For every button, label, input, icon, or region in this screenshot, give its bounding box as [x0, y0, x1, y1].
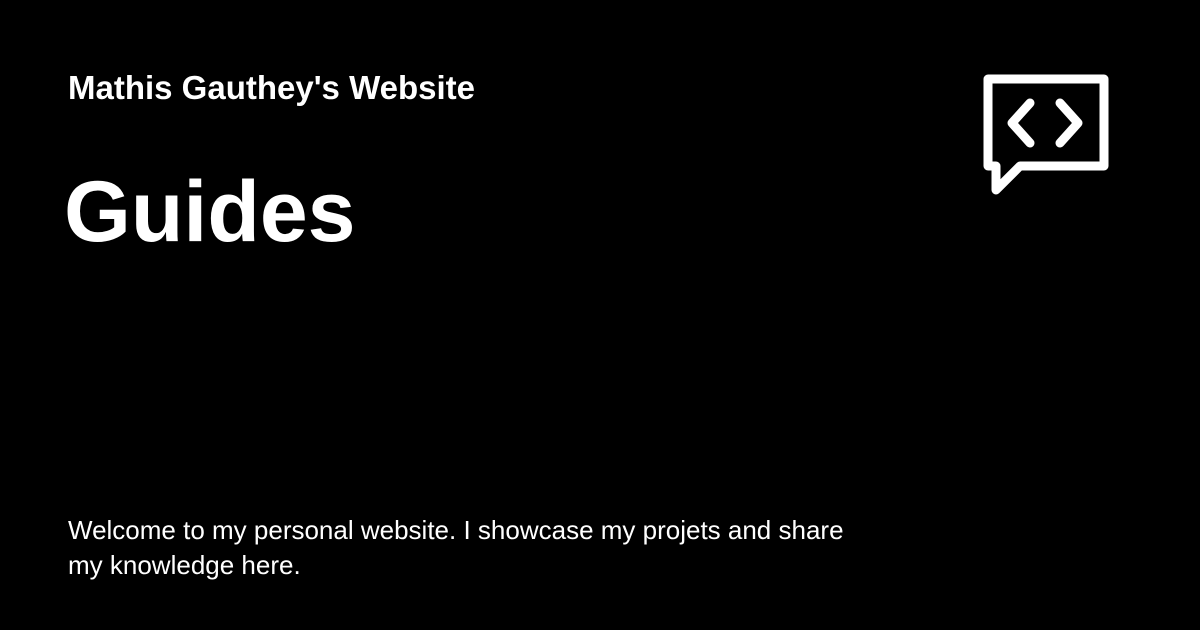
page-title: Guides [64, 164, 356, 260]
page-description: Welcome to my personal website. I showca… [68, 515, 844, 580]
site-name: Mathis Gauthey's Website [68, 69, 476, 106]
code-chat-icon [976, 70, 1112, 200]
social-card: Mathis Gauthey's Website Guides Welcome … [0, 0, 1200, 630]
